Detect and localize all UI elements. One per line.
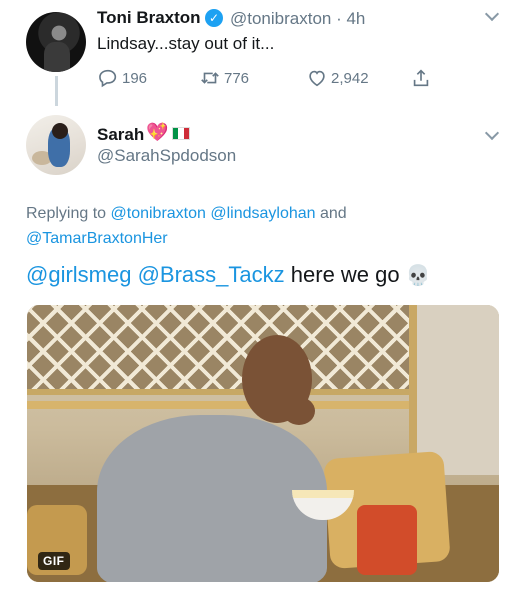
mention-link[interactable]: @lindsaylohan <box>210 205 315 222</box>
mention-link[interactable]: @girlsmeg <box>26 262 131 287</box>
reply-count: 196 <box>122 69 148 87</box>
replying-to: Replying to @tonibraxton @lindsaylohan a… <box>26 201 496 251</box>
avatar[interactable] <box>26 12 86 72</box>
gif-wall-tiles <box>409 305 499 475</box>
replying-and: and <box>315 205 347 222</box>
retweet-count: 776 <box>224 69 250 87</box>
replying-prefix: Replying to <box>26 205 111 222</box>
share-icon <box>413 69 429 87</box>
retweet-button[interactable]: 776 <box>199 66 249 90</box>
like-icon <box>309 70 325 87</box>
author-name[interactable]: Toni Braxton <box>97 8 201 28</box>
author-handle[interactable]: @SarahSpdodson <box>97 146 236 166</box>
retweet-icon <box>201 72 219 84</box>
author-handle-time[interactable]: @tonibraxton · 4h <box>230 9 365 29</box>
tweet-sarah[interactable]: Sarah 💖 @SarahSpdodson Replying to @toni… <box>0 105 524 600</box>
reply-icon <box>99 69 117 88</box>
tweet-actions: 196 776 2,942 <box>97 66 437 90</box>
gif-badge: GIF <box>38 552 70 570</box>
gif-lattice-panel <box>27 305 427 395</box>
avatar-hair <box>52 123 68 139</box>
skull-icon: 💀 <box>405 265 431 287</box>
mention-link[interactable]: @Brass_Tackz <box>138 262 285 287</box>
gif-media[interactable]: GIF <box>27 305 499 582</box>
like-button[interactable]: 2,942 <box>306 66 369 90</box>
gif-snack-bag <box>357 505 417 575</box>
chevron-down-icon[interactable] <box>484 6 500 22</box>
like-count: 2,942 <box>331 69 369 87</box>
mention-link[interactable]: @TamarBraxtonHer <box>26 230 168 247</box>
sparkling-heart-icon: 💖 <box>146 122 169 142</box>
gif-person-hand <box>283 397 315 425</box>
tweet-text: @girlsmeg @Brass_Tackz here we go 💀 <box>26 260 496 291</box>
avatar[interactable] <box>26 115 86 175</box>
tweet-text-rest: here we go <box>290 262 400 287</box>
mention-link[interactable]: @tonibraxton <box>111 205 206 222</box>
verified-badge-icon: ✓ <box>205 9 223 27</box>
share-button[interactable] <box>410 66 435 90</box>
italy-flag-icon <box>172 127 190 140</box>
chevron-down-icon[interactable] <box>484 125 500 141</box>
tweet-text: Lindsay...stay out of it... <box>97 34 275 53</box>
author-name[interactable]: Sarah <box>97 125 144 145</box>
thread-connector-line <box>55 76 58 106</box>
tweet-toni-braxton[interactable]: Toni Braxton ✓ @tonibraxton · 4h Lindsay… <box>0 0 524 106</box>
reply-button[interactable]: 196 <box>97 66 147 90</box>
